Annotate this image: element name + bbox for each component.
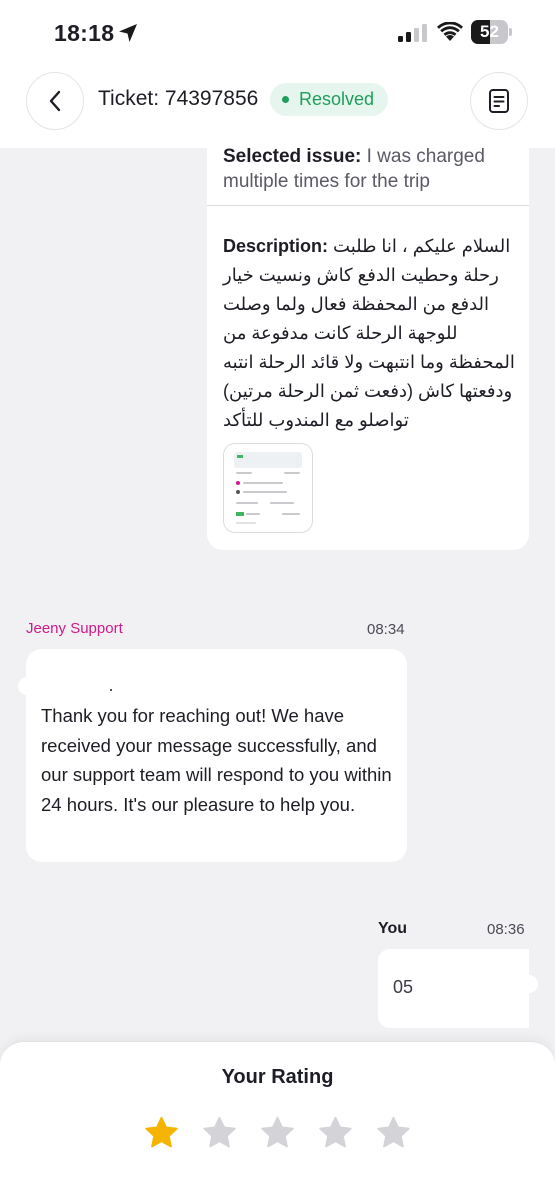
ticket-header: Ticket: 74397856 Resolved [0, 62, 555, 148]
description: Description: السلام عليكم ، انا طلبت رحل… [223, 232, 523, 435]
description-label: Description: [223, 236, 329, 256]
selected-issue-label: Selected issue: [223, 146, 362, 167]
support-message-text: Thank you for reaching out! We have rece… [41, 705, 392, 815]
battery-level: 52 [480, 22, 499, 41]
description-value: السلام عليكم ، انا طلبت رحلة وحطيت الدفع… [223, 236, 515, 430]
ticket-details-card: Selected issue: I was charged multiple t… [207, 120, 529, 550]
status-badge: Resolved [270, 83, 389, 116]
user-sender-name: You [378, 920, 408, 937]
support-message-time: 08:34 [367, 621, 405, 638]
user-message-time: 08:36 [487, 921, 525, 938]
rating-panel: Your Rating [0, 1041, 555, 1200]
bubble-tail [18, 677, 36, 695]
status-bar: 18:18 52 [0, 0, 555, 62]
star-icon-3[interactable] [259, 1115, 296, 1151]
battery-indicator: 52 [471, 20, 513, 44]
support-sender-name: Jeeny Support [26, 620, 123, 637]
user-message-bubble: 05 [378, 949, 538, 1028]
support-message-bubble: Thank you for reaching out! We have rece… [18, 649, 407, 862]
back-button[interactable] [26, 72, 84, 130]
chevron-left-icon [49, 90, 61, 112]
location-arrow-icon [119, 24, 137, 42]
status-label: Resolved [299, 89, 375, 109]
star-rating [143, 1115, 412, 1151]
ticket-document-button[interactable] [470, 72, 528, 130]
cellular-signal-icon [398, 24, 427, 42]
bubble-tail [520, 975, 538, 993]
status-dot [282, 96, 289, 103]
attachment-thumbnail[interactable] [223, 443, 313, 533]
star-icon-5[interactable] [375, 1115, 412, 1151]
status-time: 18:18 [54, 20, 115, 46]
star-icon-2[interactable] [201, 1115, 238, 1151]
star-icon-1[interactable] [143, 1115, 180, 1151]
receipt-preview-image [234, 452, 302, 526]
rating-title: Your Rating [221, 1066, 334, 1088]
user-message-text: 05 [393, 977, 414, 997]
selected-issue: Selected issue: I was charged multiple t… [223, 144, 523, 194]
document-icon [489, 89, 509, 113]
ticket-title: Ticket: 74397856 [98, 87, 259, 110]
star-icon-4[interactable] [317, 1115, 354, 1151]
card-divider [207, 205, 529, 206]
wifi-icon [437, 22, 463, 41]
